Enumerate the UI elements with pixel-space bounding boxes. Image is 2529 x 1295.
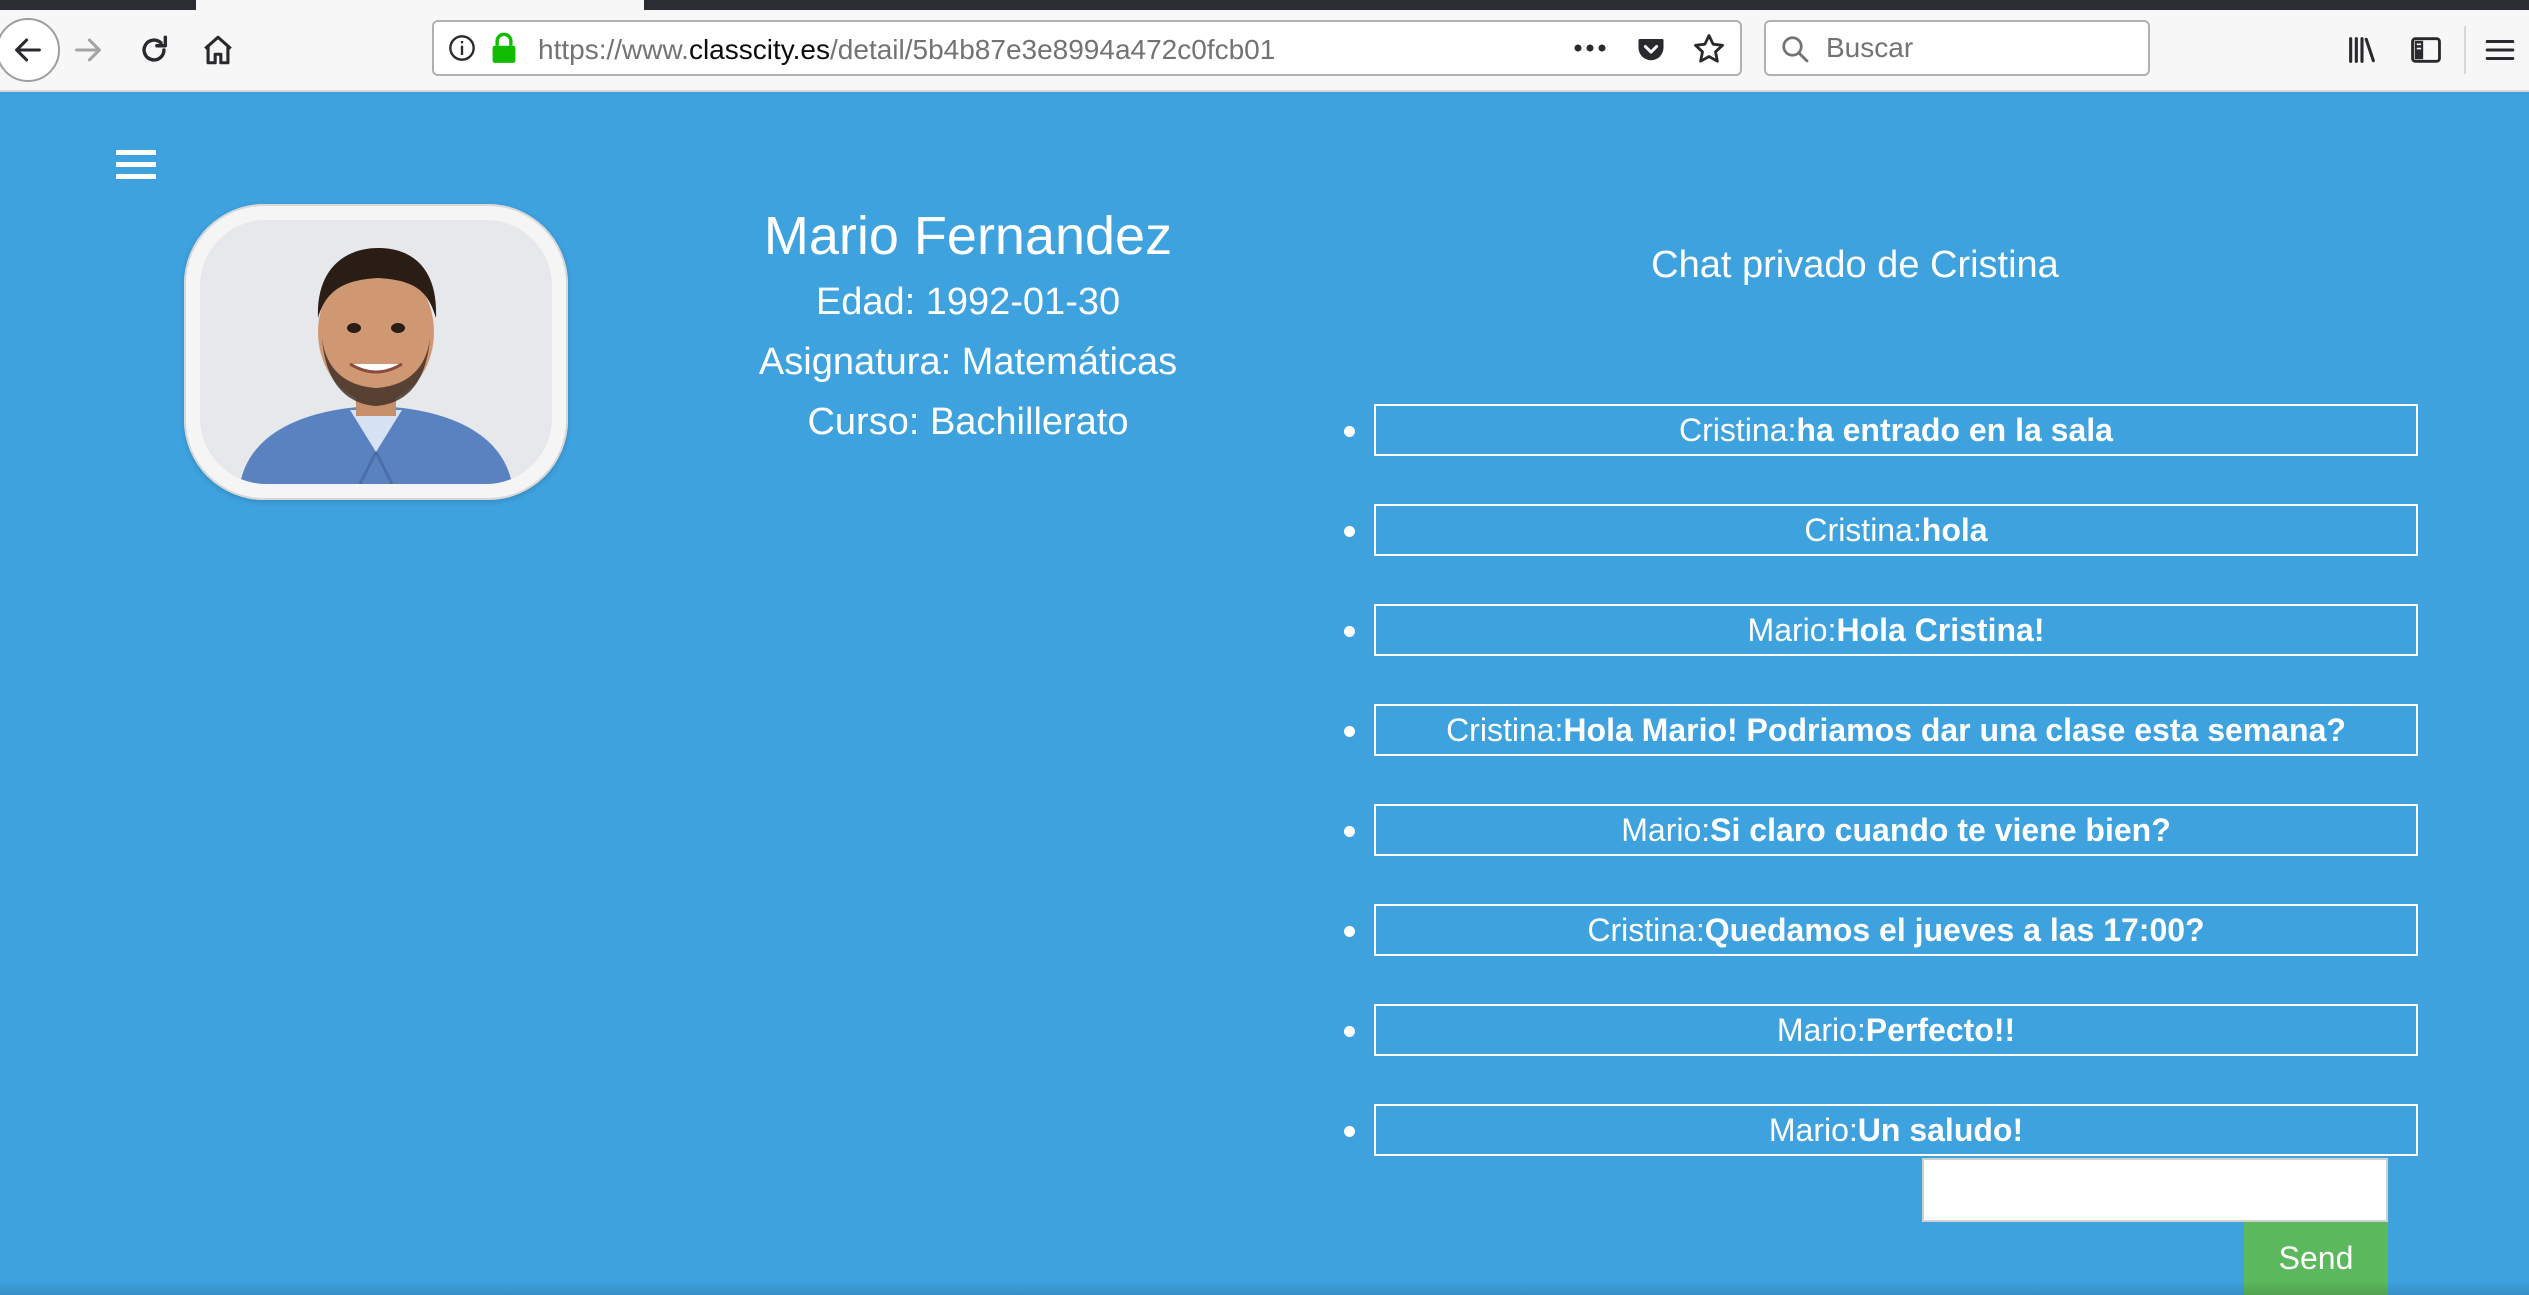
active-tab[interactable] <box>196 0 644 10</box>
message-text: ha entrado en la sala <box>1796 412 2113 448</box>
sidebar-button[interactable] <box>2404 28 2448 72</box>
message-box: Mario:Hola Cristina! <box>1374 604 2418 656</box>
chat-message: Cristina:hola <box>1340 504 2420 604</box>
url-prefix: https://www. <box>538 34 689 65</box>
chat-messages: Cristina:ha entrado en la sala Cristina:… <box>1340 404 2420 1204</box>
library-icon <box>2349 37 2375 63</box>
chat-message: Cristina:Hola Mario! Podriamos dar una c… <box>1340 704 2420 804</box>
url-bar[interactable]: https://www.classcity.es/detail/5b4b87e3… <box>432 20 1742 76</box>
tab-strip <box>0 0 2529 10</box>
message-box: Mario:Un saludo! <box>1374 1104 2418 1156</box>
chat-message: Mario:Perfecto!! <box>1340 1004 2420 1104</box>
message-sender: Cristina: <box>1446 712 1564 748</box>
message-sender: Mario: <box>1776 1012 1866 1048</box>
list-bullet <box>1344 726 1355 737</box>
profile-photo <box>200 220 552 484</box>
hamburger-icon[interactable] <box>116 150 156 184</box>
profile-subject: Asignatura: Matemáticas <box>758 341 1178 383</box>
menu-button[interactable] <box>2478 28 2522 72</box>
message-text: Perfecto!! <box>1865 1012 2016 1048</box>
reload-button[interactable] <box>132 28 176 72</box>
list-bullet <box>1344 1026 1355 1037</box>
profile-age: Edad: 1992-01-30 <box>815 281 1121 323</box>
message-sender: Cristina: <box>1587 912 1705 948</box>
message-sender: Mario: <box>1768 1112 1858 1148</box>
lock-icon[interactable] <box>490 32 518 64</box>
reload-icon <box>142 35 168 62</box>
library-button[interactable] <box>2340 28 2384 72</box>
message-box: Cristina:Quedamos el jueves a las 17:00? <box>1374 904 2418 956</box>
page-actions-icon[interactable] <box>1570 36 1610 60</box>
chat-title: Chat privado de Cristina <box>1651 244 2059 286</box>
search-bar[interactable] <box>1764 20 2150 76</box>
search-icon <box>1782 36 1809 63</box>
list-bullet <box>1344 626 1355 637</box>
chat-message: Mario:Hola Cristina! <box>1340 604 2420 704</box>
browser-toolbar: https://www.classcity.es/detail/5b4b87e3… <box>0 10 2529 92</box>
toolbar-separator <box>2464 26 2466 74</box>
chat-message: Mario:Si claro cuando te viene bien? <box>1340 804 2420 904</box>
list-bullet <box>1344 826 1355 837</box>
message-box: Cristina:Hola Mario! Podriamos dar una c… <box>1374 704 2418 756</box>
back-icon <box>15 38 41 62</box>
home-button[interactable] <box>196 28 240 72</box>
profile-info: Mario Fernandez Edad: 1992-01-30 Asignat… <box>650 200 1286 452</box>
avatar <box>184 204 568 500</box>
url-domain: classcity.es <box>688 34 831 65</box>
message-text: Quedamos el jueves a las 17:00? <box>1704 912 2205 948</box>
home-icon <box>204 35 232 65</box>
list-bullet <box>1344 926 1355 937</box>
message-text: Un saludo! <box>1857 1112 2024 1148</box>
message-box: Cristina:ha entrado en la sala <box>1374 404 2418 456</box>
forward-button[interactable] <box>66 28 110 72</box>
profile-course: Curso: Bachillerato <box>807 401 1129 443</box>
search-input[interactable] <box>1826 30 2126 66</box>
sidebar-icon <box>2411 37 2441 63</box>
message-text: Hola Cristina! <box>1836 612 2045 648</box>
message-sender: Cristina: <box>1804 512 1922 548</box>
forward-icon <box>75 38 101 62</box>
message-text: Si claro cuando te viene bien? <box>1710 812 2171 848</box>
message-sender: Mario: <box>1747 612 1837 648</box>
chat-message-input[interactable] <box>1922 1158 2388 1222</box>
list-bullet <box>1344 1126 1355 1137</box>
message-box: Mario:Perfecto!! <box>1374 1004 2418 1056</box>
chat-message: Cristina:Quedamos el jueves a las 17:00? <box>1340 904 2420 1004</box>
pocket-icon[interactable] <box>1636 34 1666 64</box>
info-icon[interactable] <box>448 34 476 62</box>
url-path: /detail/5b4b87e3e8994a472c0fcb01 <box>830 34 1276 65</box>
bookmark-star-icon[interactable] <box>1692 32 1726 66</box>
message-box: Mario:Si claro cuando te viene bien? <box>1374 804 2418 856</box>
message-sender: Cristina: <box>1679 412 1797 448</box>
page-content: Mario Fernandez Edad: 1992-01-30 Asignat… <box>0 92 2529 1295</box>
list-bullet <box>1344 526 1355 537</box>
footer-shadow <box>0 1281 2529 1295</box>
list-bullet <box>1344 426 1355 437</box>
back-button[interactable] <box>0 18 60 82</box>
profile-name: Mario Fernandez <box>763 206 1173 266</box>
message-text: hola <box>1921 512 1988 548</box>
message-box: Cristina:hola <box>1374 504 2418 556</box>
url-text[interactable]: https://www.classcity.es/detail/5b4b87e3… <box>538 34 1275 66</box>
message-text: Hola Mario! Podriamos dar una clase esta… <box>1563 712 2346 748</box>
menu-icon <box>2485 39 2515 61</box>
chat-message: Cristina:ha entrado en la sala <box>1340 404 2420 504</box>
message-sender: Mario: <box>1621 812 1711 848</box>
